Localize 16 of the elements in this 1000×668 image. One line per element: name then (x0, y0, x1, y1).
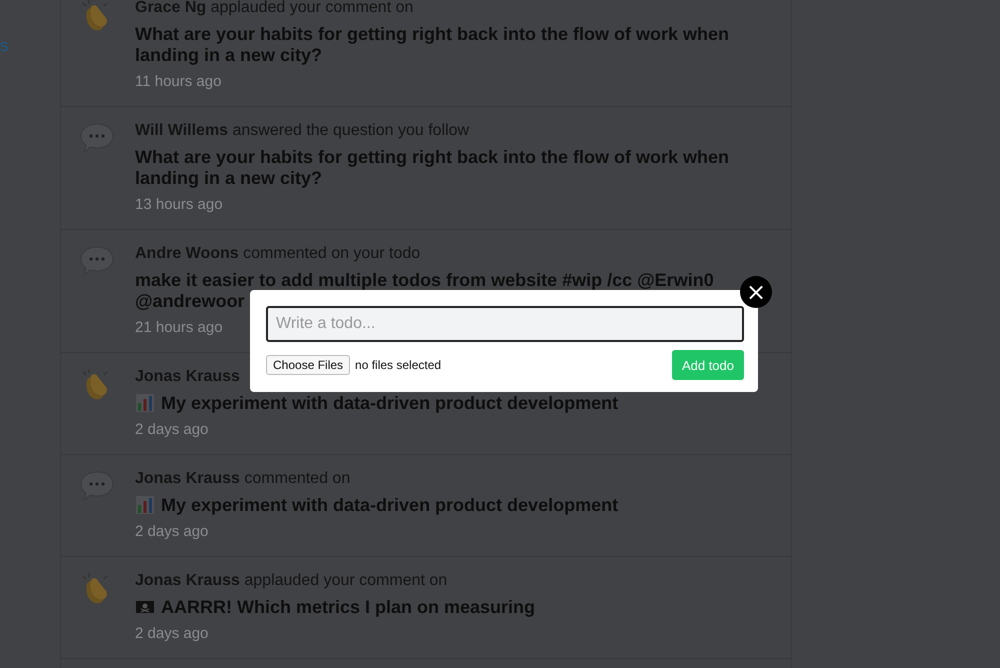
timestamp: 2 days ago (135, 522, 208, 542)
bar-chart-icon (135, 393, 155, 413)
choose-files-button[interactable]: Choose Files (266, 355, 350, 375)
file-status-text: no files selected (355, 358, 442, 372)
timestamp: 21 hours ago (135, 318, 223, 338)
timestamp: 13 hours ago (135, 195, 223, 215)
timestamp: 11 hours ago (135, 72, 222, 92)
timestamp: 2 days ago (135, 420, 208, 440)
timestamp: 2 days ago (135, 624, 208, 644)
todo-input-field[interactable]: Write a todo... (266, 306, 744, 342)
post-title-link[interactable]: My experiment with data-driven product development (161, 495, 618, 516)
sidebar-link[interactable]: s (0, 36, 8, 55)
post-title-link[interactable]: My experiment with data-driven product development (161, 393, 618, 414)
bar-chart-icon (135, 495, 155, 515)
close-button[interactable]: × (740, 276, 772, 308)
add-todo-button[interactable]: Add todo (672, 350, 744, 380)
